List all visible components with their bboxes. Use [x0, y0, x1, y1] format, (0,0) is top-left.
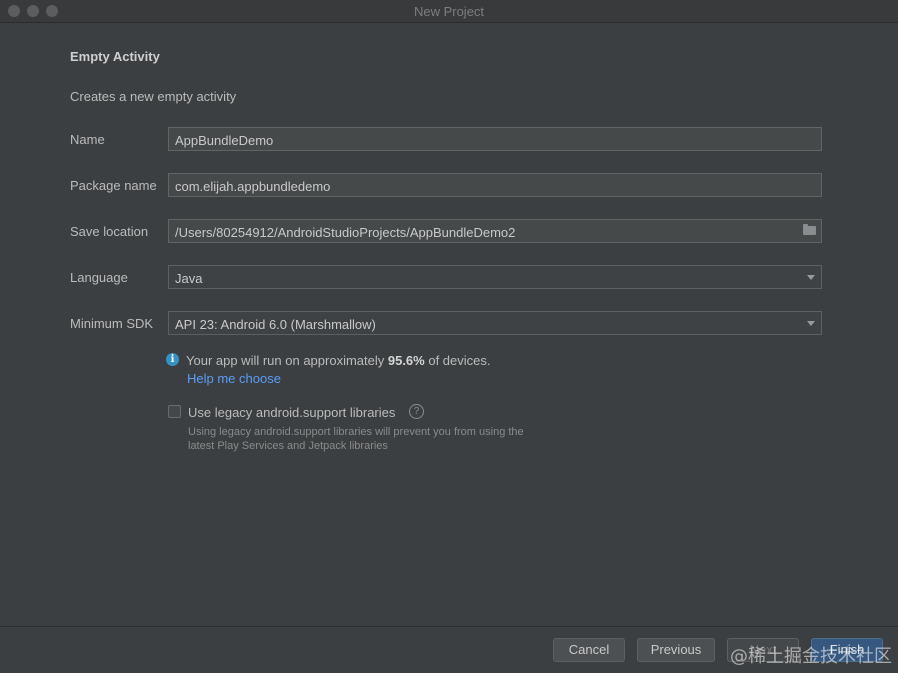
- cancel-button[interactable]: Cancel: [553, 638, 625, 662]
- title-bar: New Project: [0, 0, 898, 23]
- page-title: Empty Activity: [70, 49, 160, 64]
- minimum-sdk-value: API 23: Android 6.0 (Marshmallow): [175, 317, 376, 332]
- next-button[interactable]: Next: [727, 638, 799, 662]
- previous-button[interactable]: Previous: [637, 638, 715, 662]
- minimum-sdk-select[interactable]: API 23: Android 6.0 (Marshmallow): [168, 311, 822, 335]
- chevron-down-icon: [807, 275, 815, 280]
- save-location-label: Save location: [70, 224, 149, 239]
- question-icon[interactable]: ?: [409, 404, 424, 419]
- help-me-choose-link[interactable]: Help me choose: [187, 371, 281, 386]
- language-label: Language: [70, 270, 128, 285]
- chevron-down-icon: [807, 321, 815, 326]
- name-label: Name: [70, 132, 105, 147]
- button-bar: Cancel Previous Next Finish: [0, 626, 898, 673]
- language-select[interactable]: Java: [168, 265, 822, 289]
- package-name-label: Package name: [70, 178, 157, 193]
- package-name-input[interactable]: com.elijah.appbundledemo: [168, 173, 822, 197]
- device-coverage-text: Your app will run on approximately 95.6%…: [186, 353, 491, 368]
- folder-icon[interactable]: [803, 224, 816, 235]
- package-name-value: com.elijah.appbundledemo: [175, 179, 331, 194]
- legacy-support-checkbox[interactable]: [168, 405, 181, 418]
- name-input-value: AppBundleDemo: [175, 133, 274, 148]
- minimum-sdk-label: Minimum SDK: [70, 316, 154, 331]
- coverage-percent: 95.6%: [387, 353, 425, 368]
- legacy-support-label[interactable]: Use legacy android.support libraries: [188, 405, 395, 420]
- legacy-hint-line2: latest Play Services and Jetpack librari…: [188, 440, 388, 452]
- page-description: Creates a new empty activity: [70, 89, 237, 104]
- language-value: Java: [175, 271, 203, 286]
- window-title: New Project: [413, 4, 485, 19]
- save-location-value: /Users/80254912/AndroidStudioProjects/Ap…: [175, 225, 516, 240]
- name-input[interactable]: AppBundleDemo: [168, 127, 822, 151]
- info-icon: i: [166, 353, 179, 366]
- legacy-hint-line1: Using legacy android.support libraries w…: [188, 426, 524, 438]
- finish-button[interactable]: Finish: [811, 638, 883, 662]
- save-location-input[interactable]: /Users/80254912/AndroidStudioProjects/Ap…: [168, 219, 822, 243]
